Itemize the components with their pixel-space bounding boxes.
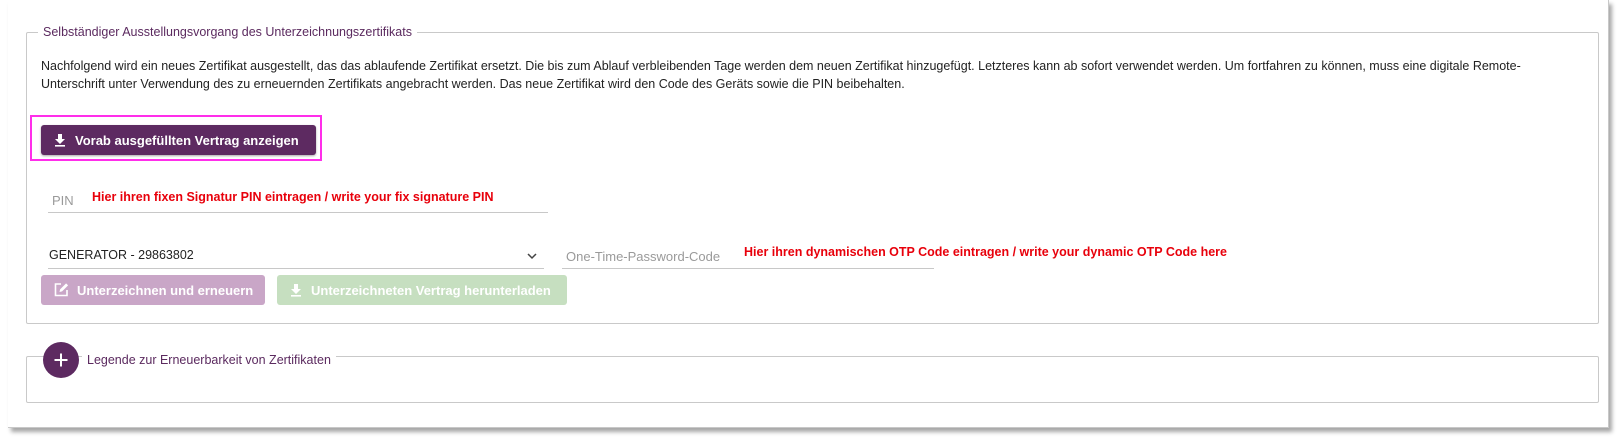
device-select-value: GENERATOR - 29863802 [49, 248, 194, 262]
sign-renew-label: Unterzeichnen und erneuern [77, 282, 254, 298]
section-title: Selbständiger Ausstellungsvorgang des Un… [43, 25, 412, 39]
legend-section-title: Legende zur Erneuerbarkeit von Zertifika… [82, 353, 336, 367]
otp-annotation: Hier ihren dynamischen OTP Code eintrage… [744, 245, 1227, 259]
edit-icon [53, 282, 69, 298]
preview-contract-label: Vorab ausgefüllten Vertrag anzeigen [75, 132, 299, 148]
device-select[interactable]: GENERATOR - 29863802 [48, 244, 544, 269]
expand-legend-button[interactable] [43, 342, 79, 378]
preview-contract-button[interactable]: Vorab ausgefüllten Vertrag anzeigen [41, 125, 316, 155]
pin-annotation: Hier ihren fixen Signatur PIN eintragen … [92, 190, 494, 204]
sign-renew-button[interactable]: Unterzeichnen und erneuern [41, 275, 265, 305]
download-signed-label: Unterzeichneten Vertrag herunterladen [311, 282, 551, 298]
intro-text: Nachfolgend wird ein neues Zertifikat au… [41, 59, 1521, 91]
download-icon [289, 283, 303, 297]
download-signed-button[interactable]: Unterzeichneten Vertrag herunterladen [277, 275, 567, 305]
plus-icon [53, 352, 69, 368]
chevron-down-icon [526, 249, 538, 267]
download-icon [53, 133, 67, 147]
